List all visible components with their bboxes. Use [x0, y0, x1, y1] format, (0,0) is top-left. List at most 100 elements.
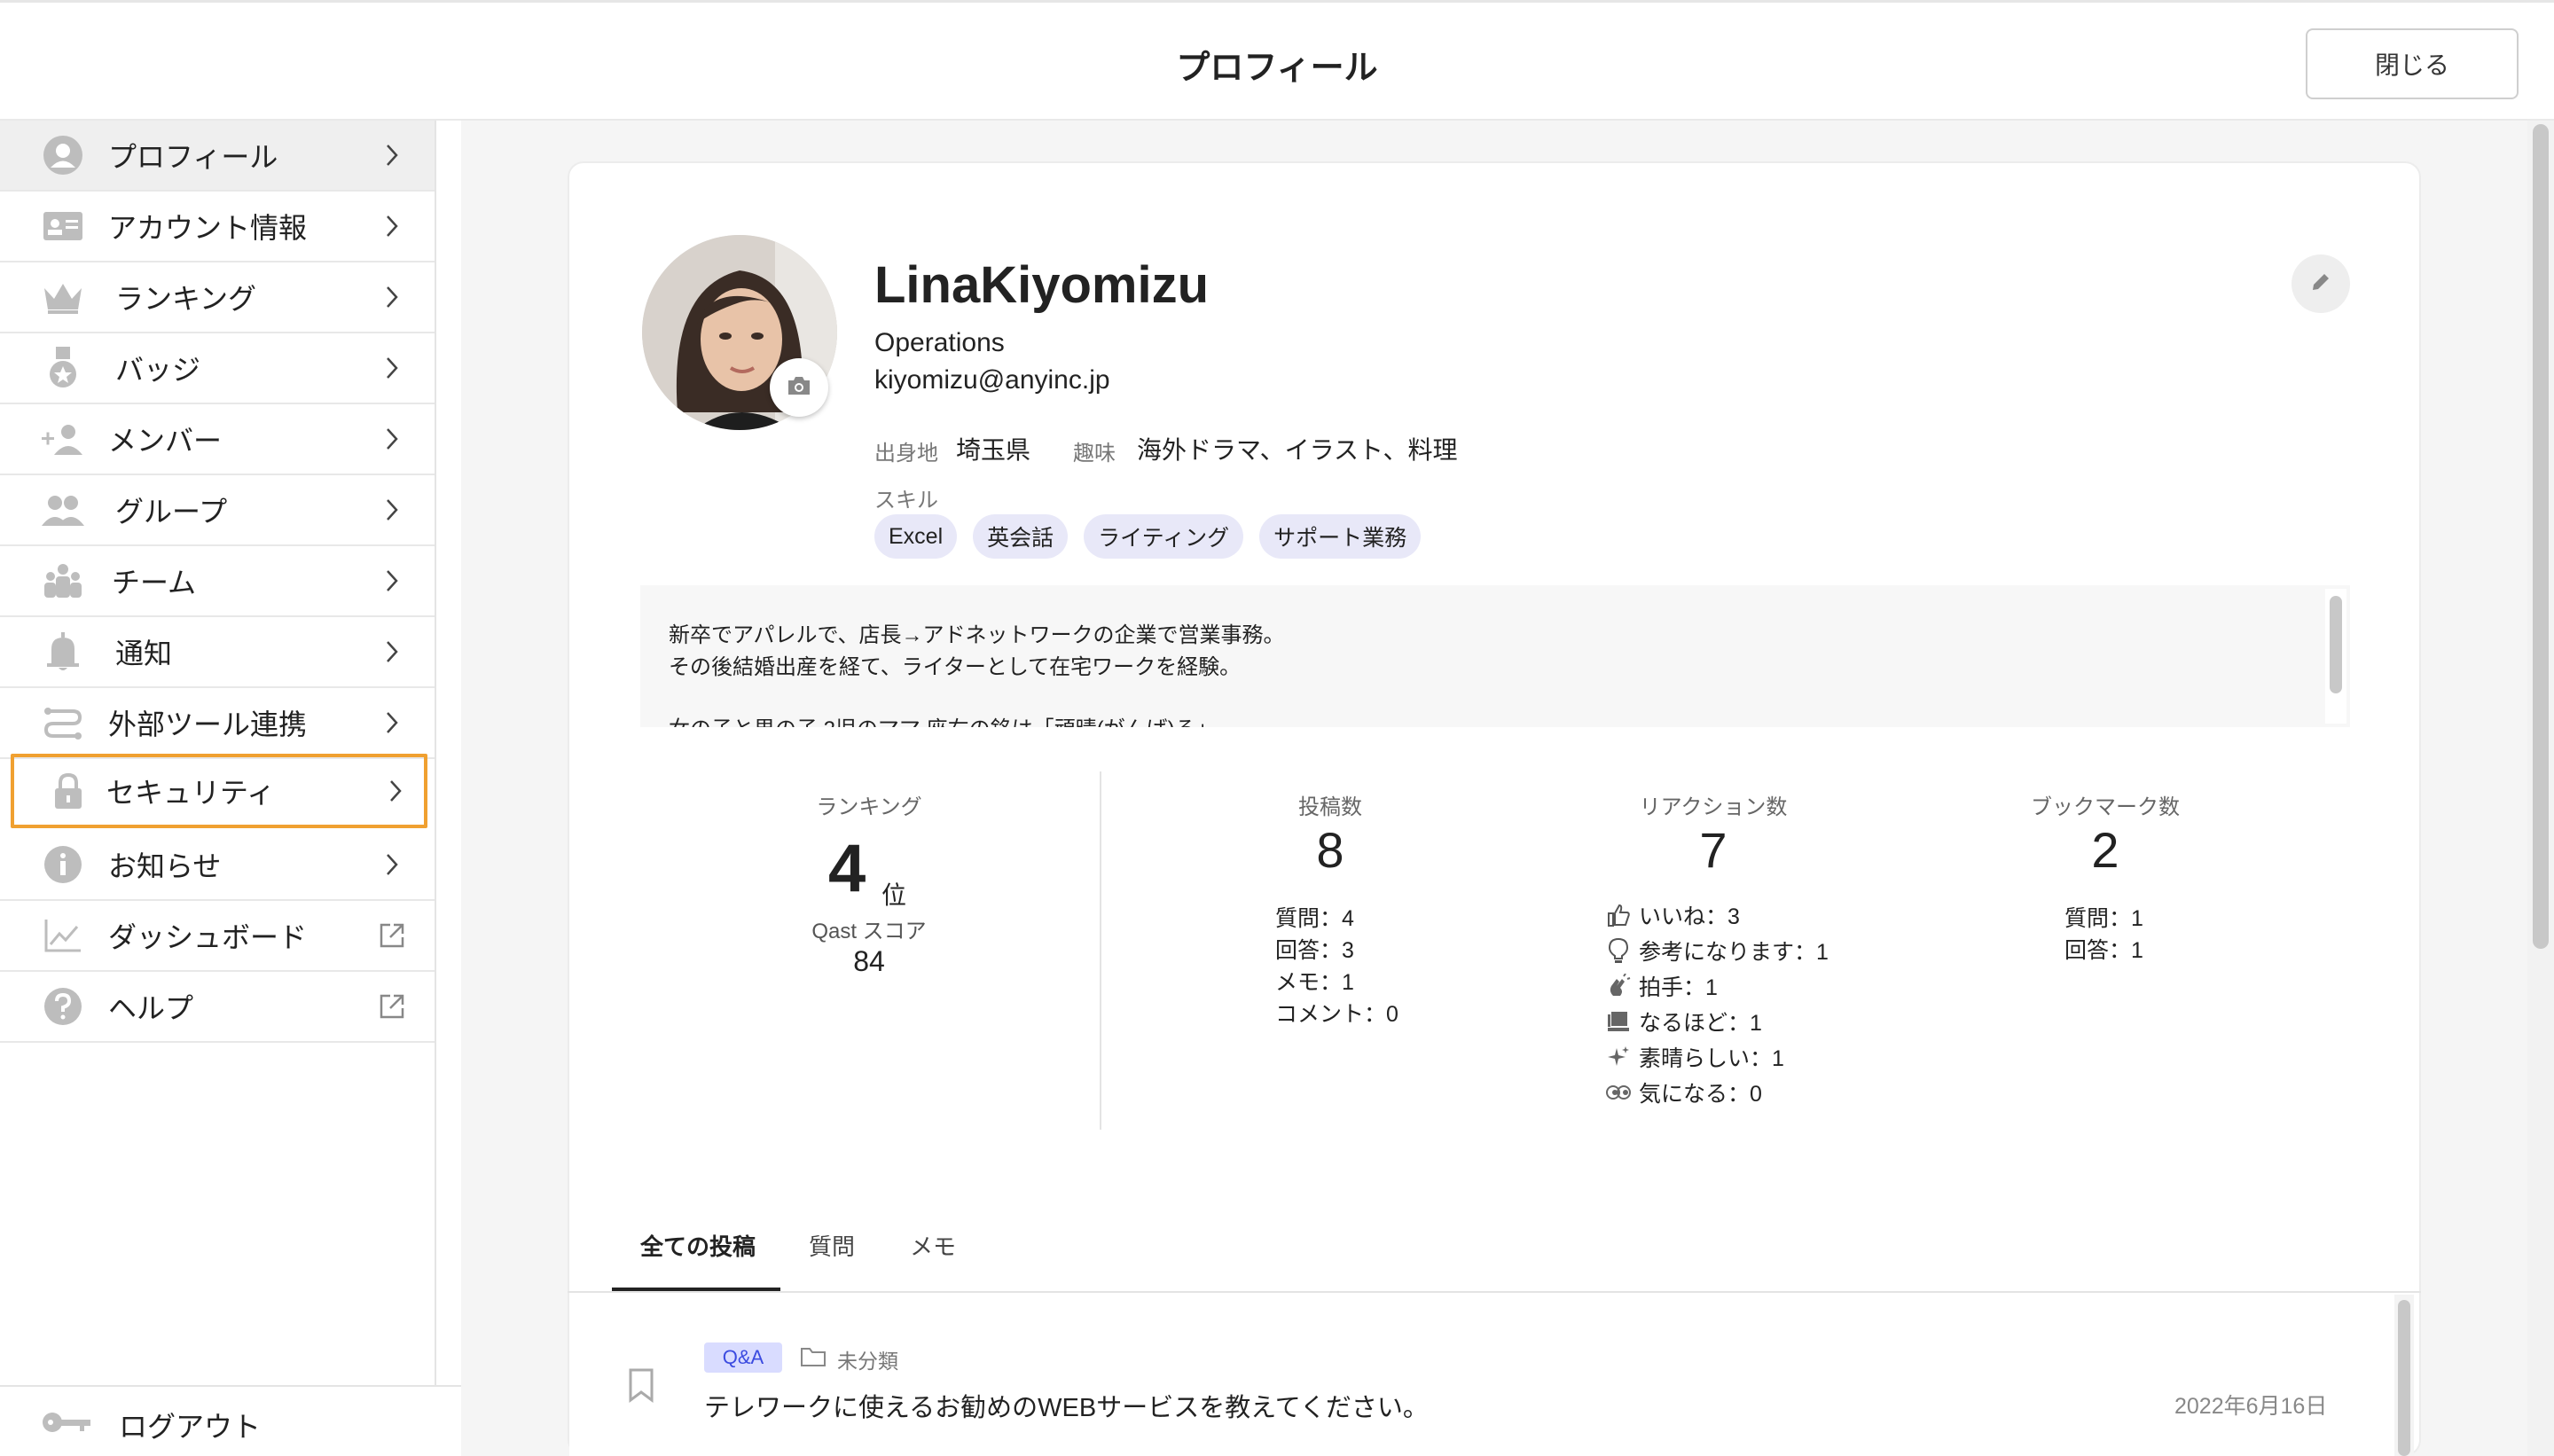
chevron-right-icon [378, 850, 406, 879]
chevron-right-icon [378, 141, 406, 169]
sidebar-item-label: ダッシュボード [108, 921, 308, 953]
close-button[interactable]: 閉じる [2306, 28, 2519, 99]
pencil-icon [2309, 270, 2332, 298]
score-value: 84 [853, 945, 885, 977]
reaction-item-label: 参考になります：1 [1639, 940, 1829, 965]
tab-all-posts[interactable]: 全ての投稿 [640, 1229, 756, 1262]
medal-icon [41, 346, 85, 390]
sidebar-item-dashboard[interactable]: ダッシュボード [0, 901, 435, 972]
tab-questions[interactable]: 質問 [809, 1229, 855, 1262]
book-icon [1605, 1008, 1632, 1035]
user-icon [41, 133, 85, 177]
hobby-label: 趣味 [1073, 442, 1116, 466]
sidebar-item-label: ヘルプ [108, 992, 194, 1024]
skills-list: Excel 英会話 ライティング サポート業務 [874, 514, 1422, 559]
sidebar-item-label: セキュリティ [106, 777, 276, 809]
add-member-icon [41, 417, 85, 461]
sidebar-item-label: プロフィール [108, 141, 278, 173]
sidebar-item-group[interactable]: グループ [0, 475, 435, 546]
score-label: Qast スコア [811, 920, 927, 943]
chevron-right-icon [378, 354, 406, 382]
help-icon [41, 984, 85, 1029]
post-date: 2022年6月16日 [2174, 1394, 2328, 1419]
key-icon [41, 1406, 92, 1443]
bio-box[interactable]: 新卒でアパレルで、店長→アドネットワークの企業で営業事務。 その後結婚出産を経て… [640, 585, 2350, 727]
bookmark-icon[interactable] [626, 1367, 656, 1407]
reaction-item-label: 素晴らしい：1 [1639, 1046, 1784, 1071]
bookmarks-label: ブックマーク数 [2031, 795, 2180, 819]
bookmarks-breakdown-item: 回答：1 [2064, 938, 2143, 963]
chevron-right-icon [381, 777, 410, 805]
team-icon [41, 559, 85, 603]
sidebar-item-team[interactable]: チーム [0, 546, 435, 617]
crown-icon [41, 275, 85, 319]
reaction-item: なるほど：1 [1605, 1006, 1762, 1037]
reaction-item-label: いいね：3 [1639, 904, 1740, 929]
chevron-right-icon [378, 567, 406, 595]
change-photo-button[interactable] [770, 358, 828, 417]
chevron-right-icon [378, 283, 406, 311]
post-tabs: 全ての投稿 質問 メモ [568, 1206, 2421, 1293]
posts-breakdown-item: コメント：0 [1275, 1002, 1398, 1027]
clap-icon [1605, 973, 1632, 999]
bio-scrollbar-thumb[interactable] [2330, 596, 2342, 693]
external-link-icon [378, 992, 406, 1021]
reaction-item-label: なるほど：1 [1639, 1011, 1762, 1036]
posts-value: 8 [1316, 822, 1344, 878]
posts-breakdown-item: 質問：4 [1275, 906, 1354, 931]
sidebar-item-security[interactable]: セキュリティ [11, 754, 427, 828]
sidebar-item-label: 外部ツール連携 [108, 708, 308, 740]
folder-icon [800, 1346, 827, 1372]
main-scrollbar[interactable] [2527, 121, 2554, 1456]
skill-chip: Excel [874, 514, 958, 559]
sidebar-item-integration[interactable]: 外部ツール連携 [0, 688, 435, 759]
sparkle-icon [1605, 1044, 1632, 1070]
sidebar-item-account[interactable]: アカウント情報 [0, 192, 435, 262]
eyes-icon [1605, 1079, 1632, 1106]
main-scrollbar-thumb[interactable] [2533, 124, 2549, 949]
sidebar-item-help[interactable]: ヘルプ [0, 972, 435, 1043]
sidebar-item-profile[interactable]: プロフィール [0, 121, 435, 192]
bio-scrollbar[interactable] [2325, 589, 2346, 724]
user-department: Operations [874, 328, 1005, 357]
group-icon [41, 488, 85, 532]
post-list-scrollbar-thumb[interactable] [2398, 1300, 2410, 1456]
posts-label: 投稿数 [1298, 795, 1362, 819]
list-item[interactable] [569, 1295, 2396, 1456]
active-tab-indicator [612, 1288, 780, 1291]
reaction-item: 参考になります：1 [1605, 935, 1829, 967]
reaction-item-label: 気になる：0 [1639, 1082, 1762, 1107]
integration-icon [41, 701, 85, 745]
stats-divider [1100, 771, 1101, 1130]
sidebar-item-notification[interactable]: 通知 [0, 617, 435, 688]
reaction-item: 拍手：1 [1605, 970, 1718, 1002]
logout-button[interactable]: ログアウト [0, 1385, 461, 1456]
skills-label: スキル [874, 489, 938, 513]
sidebar-item-label: グループ [115, 496, 228, 528]
sidebar-item-label: バッジ [115, 354, 201, 386]
id-card-icon [41, 204, 85, 248]
bookmarks-value: 2 [2091, 822, 2119, 878]
post-list-scrollbar[interactable] [2394, 1295, 2414, 1456]
chevron-right-icon [378, 708, 406, 737]
sidebar-item-member[interactable]: メンバー [0, 404, 435, 475]
bio-line: 新卒でアパレルで、店長→アドネットワークの企業で営業事務。 [669, 623, 1285, 647]
ranking-unit: 位 [881, 881, 907, 909]
sidebar-item-badge[interactable]: バッジ [0, 333, 435, 404]
sidebar-item-ranking[interactable]: ランキング [0, 262, 435, 333]
lock-icon [46, 769, 90, 813]
tab-memos[interactable]: メモ [910, 1229, 956, 1262]
edit-profile-button[interactable] [2292, 254, 2350, 313]
skill-chip: ライティング [1084, 514, 1244, 559]
sidebar-item-label: アカウント情報 [108, 212, 308, 244]
reaction-item: 気になる：0 [1605, 1076, 1762, 1108]
lightbulb-icon [1605, 937, 1632, 964]
top-bar: プロフィール 閉じる [0, 0, 2554, 121]
thumbs-up-icon [1605, 902, 1632, 928]
post-title[interactable]: テレワークに使えるお勧めのWEBサービスを教えてください。 [704, 1387, 1429, 1424]
reaction-item-label: 拍手：1 [1639, 975, 1718, 1000]
qa-badge: Q&A [704, 1342, 782, 1373]
posts-breakdown-item: 回答：3 [1275, 938, 1354, 963]
reaction-item: 素晴らしい：1 [1605, 1041, 1784, 1073]
sidebar-item-news[interactable]: お知らせ [0, 830, 435, 901]
